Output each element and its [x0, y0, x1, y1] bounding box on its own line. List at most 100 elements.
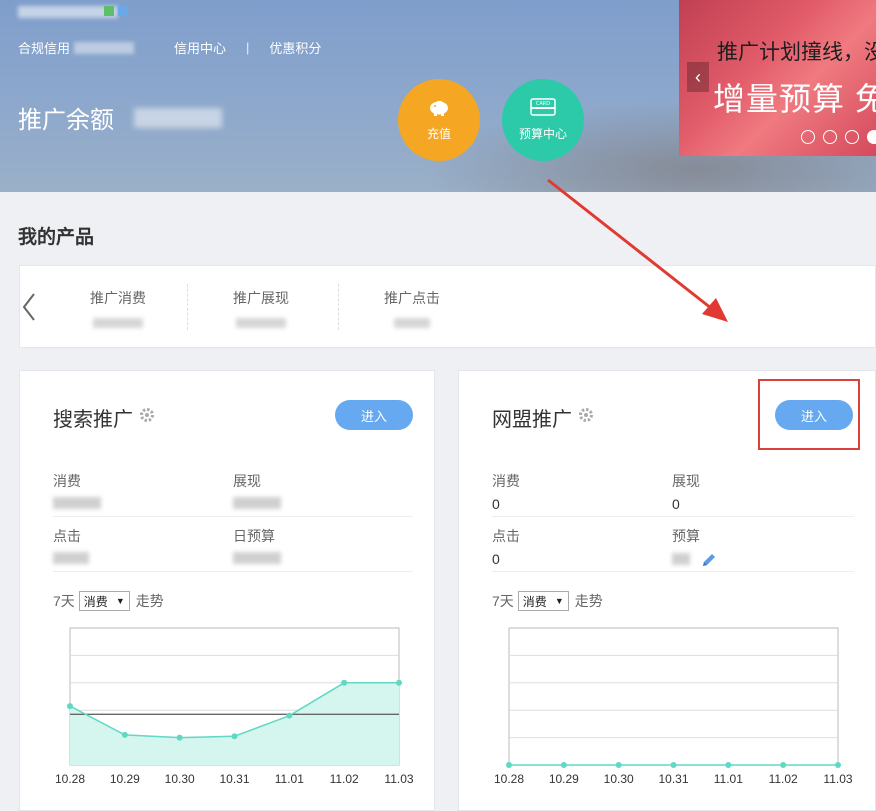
metric-label: 消费 — [53, 473, 81, 489]
chart-point — [341, 679, 348, 686]
chart-point — [725, 762, 732, 768]
card-title: 网盟推广 — [492, 403, 594, 432]
divider — [53, 571, 413, 572]
trend-suffix: 走势 — [135, 593, 164, 609]
carousel-dot[interactable] — [823, 130, 837, 144]
nav-compliance-credit[interactable]: 合规信用 — [18, 38, 70, 57]
divider — [492, 571, 854, 572]
trend-metric-value: 消费 — [83, 594, 108, 609]
chart-x-tick-label: 10.30 — [604, 772, 634, 786]
carousel-dot[interactable] — [801, 130, 815, 144]
header-nav: 合规信用 信用中心 | 优惠积分 — [18, 38, 321, 57]
carousel-dot-active[interactable] — [867, 130, 876, 144]
chart-x-tick-label: 10.28 — [494, 772, 524, 786]
metric-label: 预算 — [672, 528, 700, 544]
stat-value-blurred — [394, 318, 430, 328]
enter-search-promo-button[interactable]: 进入 — [335, 400, 413, 430]
carousel-headline: 推广计划撞线，没 — [717, 41, 876, 64]
stat-value-blurred — [236, 318, 286, 328]
metric-spend: 消费 0 — [492, 471, 520, 513]
chart-point — [506, 762, 512, 768]
stat-label: 推广展现 — [233, 290, 289, 306]
metric-value-blurred — [233, 552, 281, 564]
metric-clicks: 点击 0 — [492, 526, 520, 568]
divider — [338, 284, 339, 330]
trend-metric-select[interactable]: 消费 ▼ — [517, 591, 569, 611]
chart-point — [286, 712, 293, 719]
caret-down-icon: ▼ — [554, 596, 564, 606]
nav-compliance-value-blurred — [74, 41, 135, 54]
stat-value-blurred — [93, 318, 143, 328]
gear-icon[interactable] — [578, 406, 594, 429]
balance-label: 推广余额 — [18, 107, 114, 134]
nav-credit-center[interactable]: 信用中心 — [174, 38, 226, 57]
chart-x-tick-label: 10.28 — [55, 772, 85, 786]
chart-x-tick-label: 11.02 — [769, 772, 798, 786]
metric-value-blurred — [53, 497, 101, 509]
account-badge-green — [104, 6, 114, 16]
caret-down-icon: ▼ — [115, 596, 125, 606]
section-title-my-products: 我的产品 — [18, 227, 95, 248]
stat-label: 推广点击 — [384, 290, 440, 306]
metric-label: 展现 — [672, 473, 700, 489]
chart-x-tick-label: 10.31 — [658, 772, 688, 786]
piggy-bank-icon — [427, 98, 451, 119]
metric-impressions: 展现 — [233, 471, 281, 513]
chart-point — [176, 734, 183, 741]
trend-chart-union: 10.28 10.29 10.30 10.31 11.01 11.02 11.03 — [494, 627, 853, 786]
metric-label: 点击 — [53, 528, 81, 544]
gear-icon[interactable] — [139, 406, 155, 429]
chart-x-tick-label: 11.03 — [384, 772, 413, 786]
metric-value-blurred — [53, 552, 89, 564]
chart-point — [615, 762, 622, 768]
account-name-blurred — [18, 6, 118, 18]
chart-point — [396, 679, 402, 686]
nav-divider: | — [246, 40, 250, 55]
metric-value-blurred — [672, 553, 690, 566]
trend-metric-select[interactable]: 消费 ▼ — [78, 591, 130, 611]
metric-value-blurred — [233, 497, 281, 509]
pencil-icon[interactable] — [700, 551, 718, 572]
metric-spend: 消费 — [53, 471, 101, 513]
chevron-left-icon: ‹ — [695, 66, 701, 87]
metric-clicks: 点击 — [53, 526, 89, 568]
chart-x-tick-label: 10.29 — [549, 772, 579, 786]
promo-carousel[interactable]: ‹ 推广计划撞线，没 增量预算 免 — [679, 0, 876, 156]
metric-value: 0 — [492, 496, 500, 512]
carousel-dot[interactable] — [845, 130, 859, 144]
metric-value: 0 — [672, 496, 680, 512]
budget-center-label: 预算中心 — [518, 127, 567, 141]
chart-x-tick-label: 11.01 — [714, 772, 743, 786]
chart-x-tick-label: 10.29 — [110, 772, 140, 786]
chart-point — [560, 762, 567, 768]
chart-frame — [508, 627, 839, 766]
chart-point — [121, 731, 128, 738]
nav-coupons[interactable]: 优惠积分 — [269, 38, 321, 57]
stat-promo-clicks: 推广点击 — [357, 288, 467, 328]
trend-days: 7天 — [53, 593, 75, 609]
recharge-button[interactable]: 充值 — [398, 79, 480, 161]
metric-budget: 预算 — [672, 526, 718, 568]
stat-promo-spend: 推广消费 — [63, 288, 173, 328]
stat-promo-impressions: 推广展现 — [206, 288, 316, 328]
trend-metric-value: 消费 — [522, 594, 547, 609]
chart-x-tick-label: 11.03 — [823, 772, 852, 786]
carousel-subheadline: 增量预算 免 — [713, 81, 876, 117]
metric-value: 0 — [492, 551, 500, 567]
recharge-label: 充值 — [426, 127, 451, 141]
carousel-prev-button[interactable]: ‹ — [687, 62, 709, 92]
card-title: 搜索推广 — [53, 403, 155, 432]
balance-value-blurred — [134, 107, 222, 128]
card-title-text: 搜索推广 — [53, 409, 133, 431]
chart-x-tick-label: 10.31 — [219, 772, 249, 786]
chart-point — [670, 762, 677, 768]
divider — [53, 516, 413, 517]
card-search-promo: 搜索推广 进入 消费 展现 点击 日预算 7天 消费 ▼ 走势 10.28 10.… — [19, 370, 435, 811]
chart-point — [780, 762, 787, 768]
budget-center-button[interactable]: CARD 预算中心 — [502, 79, 584, 161]
stats-prev-button[interactable] — [20, 290, 40, 326]
carousel-dots — [801, 130, 876, 144]
chevron-left-icon — [22, 293, 35, 321]
metric-label: 点击 — [492, 528, 520, 544]
trend-chart-search: 10.28 10.29 10.30 10.31 11.01 11.02 11.03 — [55, 627, 414, 786]
